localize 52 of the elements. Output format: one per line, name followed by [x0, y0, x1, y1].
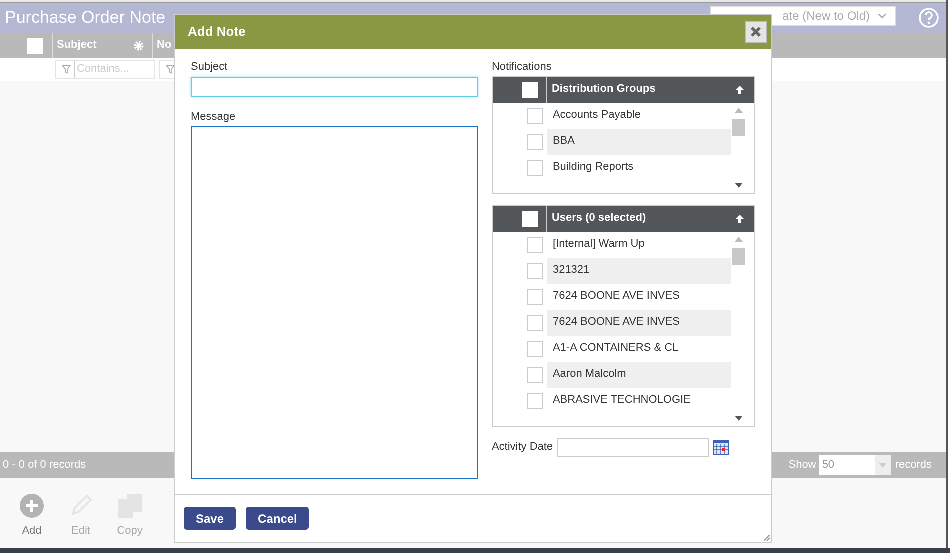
field-label: Subject: [191, 60, 229, 75]
checkbox[interactable]: [526, 236, 543, 252]
checkbox[interactable]: [526, 392, 543, 408]
scroll-up-icon[interactable]: [734, 236, 743, 242]
list-item[interactable]: 321321: [546, 258, 731, 284]
list-item[interactable]: Aaron Malcolm: [546, 362, 731, 388]
sort-value: ate (New to Old): [782, 8, 870, 25]
message-field[interactable]: [191, 126, 478, 479]
checkbox[interactable]: [526, 134, 543, 150]
field-label: Activity Date: [492, 440, 554, 455]
filter-icon: [62, 65, 71, 74]
show-label: Show: [788, 458, 816, 473]
date-field[interactable]: [557, 438, 710, 456]
settings-icon[interactable]: [134, 40, 144, 50]
scroll-down-icon[interactable]: [734, 182, 743, 188]
field-label: Message: [191, 110, 237, 124]
field-label: Notifications: [492, 60, 553, 75]
scroll-down-icon[interactable]: [734, 416, 743, 420]
close-button[interactable]: [745, 21, 767, 43]
records-label: records: [895, 458, 932, 473]
calendar-icon[interactable]: [713, 439, 730, 455]
list-item[interactable]: BBA: [546, 128, 731, 154]
checkbox[interactable]: [522, 82, 538, 98]
chevron-down-icon: [878, 13, 887, 19]
scroll-thumb[interactable]: [732, 118, 746, 136]
checkbox[interactable]: [526, 288, 543, 304]
checkbox[interactable]: [526, 262, 543, 278]
caret-icon: [879, 462, 888, 468]
page-title: Purchase Order Note: [4, 7, 166, 30]
checkbox[interactable]: [526, 108, 543, 124]
scroll-up-icon[interactable]: [734, 108, 743, 112]
close-icon: [750, 26, 762, 38]
toolbar-button[interactable]: Add: [12, 494, 52, 540]
filter-icon: [166, 65, 175, 74]
checkbox[interactable]: [27, 38, 43, 54]
sort-arrow-up-icon: [736, 86, 744, 94]
list-item[interactable]: 7624 BOONE AVE INVES: [546, 310, 731, 336]
dialog-button[interactable]: Save: [184, 507, 236, 530]
dialog-title: Add Note: [188, 23, 246, 42]
checkbox[interactable]: [526, 160, 543, 176]
record-count: 0 - 0 of 0 records: [2, 458, 86, 473]
resize-grip-icon[interactable]: [764, 535, 770, 541]
checkbox[interactable]: [526, 340, 543, 356]
checkbox[interactable]: [526, 314, 543, 330]
sort-arrow-up-icon: [736, 214, 744, 222]
scroll-thumb[interactable]: [732, 248, 746, 264]
subject-field[interactable]: [191, 76, 478, 96]
dialog-button[interactable]: Cancel: [246, 507, 310, 530]
checkbox[interactable]: [522, 210, 538, 226]
help-icon[interactable]: [919, 8, 939, 28]
checkbox[interactable]: [526, 366, 543, 382]
plus-icon: [20, 494, 44, 518]
